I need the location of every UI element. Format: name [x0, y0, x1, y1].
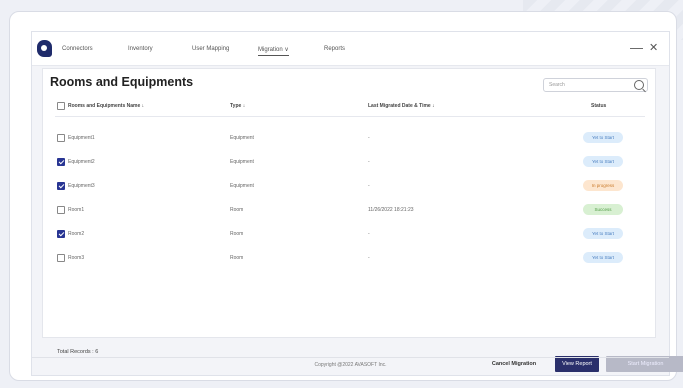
- status-badge: In progress: [583, 180, 623, 191]
- row-name: Room2: [68, 231, 85, 237]
- row-name: Room1: [68, 207, 85, 213]
- nav-reports[interactable]: Reports: [324, 46, 345, 52]
- nav-migration[interactable]: Migration ∨: [258, 46, 289, 56]
- status-badge: Yet to Start: [583, 252, 623, 263]
- row-name: Room3: [68, 255, 85, 261]
- footer-divider: [32, 357, 669, 358]
- row-last-migrated: -: [368, 183, 370, 189]
- search-icon[interactable]: [634, 80, 644, 90]
- nav-migration-label: Migration: [258, 47, 283, 53]
- search-placeholder: Search: [549, 82, 565, 88]
- table-header: Rooms and Equipments Name ↓ Type ↓ Last …: [55, 99, 645, 117]
- status-badge: Yet to Start: [583, 132, 623, 143]
- page-title: Rooms and Equipments: [50, 75, 194, 89]
- table-row[interactable]: Equipment1 Equipment - Yet to Start: [55, 129, 645, 153]
- row-last-migrated: -: [368, 231, 370, 237]
- total-records: Total Records : 6: [57, 349, 99, 355]
- row-last-migrated: -: [368, 255, 370, 261]
- row-type: Room: [230, 255, 244, 261]
- row-type: Equipment: [230, 135, 254, 141]
- col-last-migrated-header[interactable]: Last Migrated Date & Time ↓: [368, 103, 435, 109]
- close-icon[interactable]: ✕: [649, 41, 658, 54]
- row-last-migrated: -: [368, 135, 370, 141]
- nav-connectors[interactable]: Connectors: [62, 46, 93, 52]
- table-row[interactable]: Room1 Room 11/26/2022 18:21:23 Success: [55, 201, 645, 225]
- select-all-checkbox[interactable]: [57, 102, 65, 110]
- row-checkbox[interactable]: [57, 254, 65, 262]
- table-row[interactable]: Room3 Room - Yet to Start: [55, 249, 645, 273]
- table-row[interactable]: Room2 Room - Yet to Start: [55, 225, 645, 249]
- nav-inventory[interactable]: Inventory: [128, 46, 153, 52]
- row-checkbox[interactable]: [57, 206, 65, 214]
- search-input[interactable]: Search: [543, 78, 648, 92]
- col-type-header[interactable]: Type ↓: [230, 103, 245, 109]
- chevron-down-icon: ∨: [284, 47, 289, 53]
- row-name: Equipment1: [68, 135, 95, 141]
- row-last-migrated: 11/26/2022 18:21:23: [368, 207, 414, 213]
- row-type: Room: [230, 207, 244, 213]
- row-last-migrated: -: [368, 159, 370, 165]
- table-row[interactable]: Equipment2 Equipment - Yet to Start: [55, 153, 645, 177]
- copyright-text: Copyright @2022 AVASOFT Inc.: [314, 362, 387, 368]
- top-nav: Connectors Inventory User Mapping Migrat…: [32, 32, 669, 66]
- row-checkbox[interactable]: [57, 182, 65, 190]
- status-badge: Success: [583, 204, 623, 215]
- nav-user-mapping[interactable]: User Mapping: [192, 46, 229, 52]
- status-badge: Yet to Start: [583, 156, 623, 167]
- row-type: Room: [230, 231, 244, 237]
- row-name: Equipment3: [68, 183, 95, 189]
- col-status-header: Status: [591, 103, 607, 109]
- row-checkbox[interactable]: [57, 158, 65, 166]
- row-type: Equipment: [230, 159, 254, 165]
- col-name-header[interactable]: Rooms and Equipments Name ↓: [68, 103, 144, 109]
- minimize-icon[interactable]: —: [630, 40, 643, 55]
- main-panel: Rooms and Equipments Search Rooms and Eq…: [42, 68, 683, 372]
- app-window: Connectors Inventory User Mapping Migrat…: [31, 31, 683, 376]
- app-logo: [37, 40, 52, 57]
- status-badge: Yet to Start: [583, 228, 623, 239]
- row-name: Equipment2: [68, 159, 95, 165]
- row-type: Equipment: [230, 183, 254, 189]
- row-checkbox[interactable]: [57, 230, 65, 238]
- table-row[interactable]: Equipment3 Equipment - In progress: [55, 177, 645, 201]
- row-checkbox[interactable]: [57, 134, 65, 142]
